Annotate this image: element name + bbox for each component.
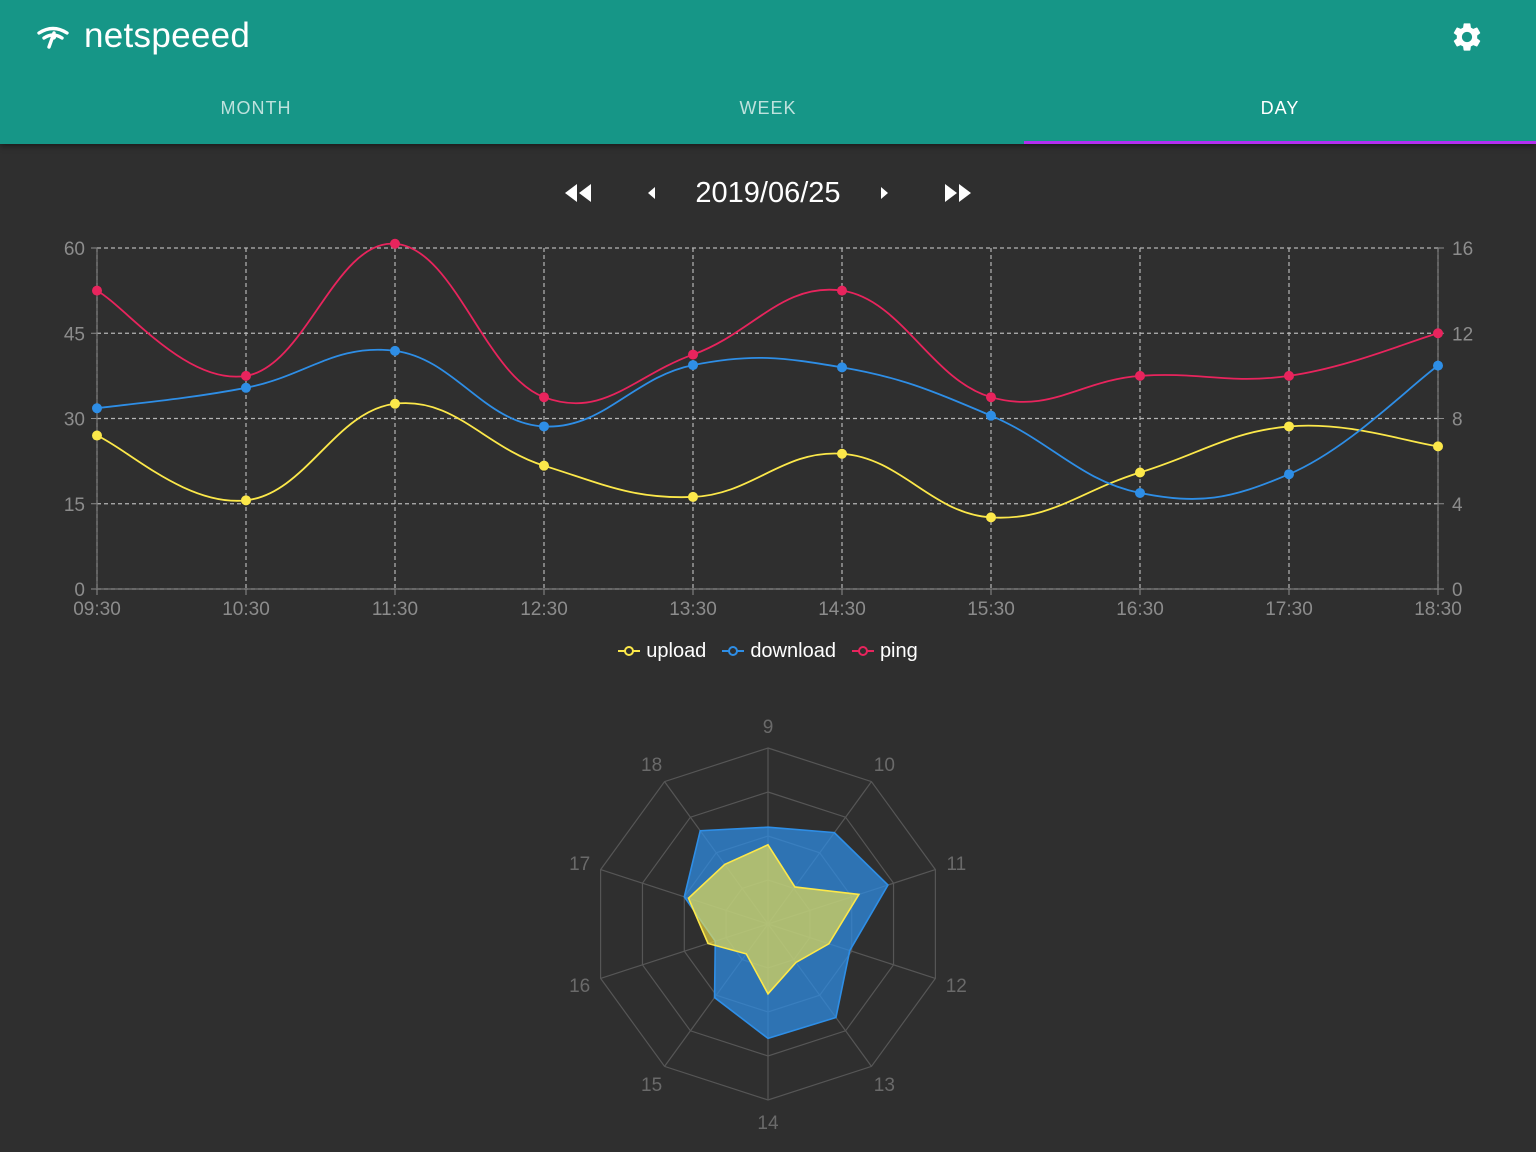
- y-right-tick-label: 4: [1452, 495, 1463, 516]
- data-point-upload: [390, 398, 400, 409]
- x-tick-label: 15:30: [967, 599, 1015, 620]
- tab-week[interactable]: WEEK: [512, 72, 1024, 144]
- radar-axis-label: 15: [641, 1075, 662, 1096]
- radar-axis-label: 11: [946, 854, 966, 875]
- x-tick-label: 18:30: [1414, 599, 1462, 620]
- x-tick-label: 10:30: [222, 599, 270, 620]
- current-date: 2019/06/25: [695, 177, 841, 209]
- y-right-tick-label: 16: [1452, 239, 1473, 260]
- previous-day-button[interactable]: [636, 168, 666, 218]
- chart-legend: upload download ping: [0, 634, 1536, 668]
- x-tick-label: 12:30: [520, 599, 568, 620]
- legend-label-upload: upload: [646, 639, 707, 662]
- fast-rewind-icon: [565, 184, 591, 202]
- radar-axis-label: 10: [874, 755, 895, 776]
- legend-swatch-ping: [851, 646, 874, 656]
- data-point-ping: [1433, 328, 1443, 339]
- data-point-download: [1135, 487, 1145, 498]
- app-bar: netspeeed MONTH WEEK DAY: [0, 0, 1536, 144]
- fast-forward-button[interactable]: [936, 168, 980, 218]
- legend-swatch-download: [722, 646, 745, 656]
- data-point-ping: [241, 370, 251, 381]
- y-right-tick-label: 8: [1452, 410, 1463, 431]
- series-ping: [92, 238, 1443, 405]
- tab-day[interactable]: DAY: [1024, 72, 1536, 144]
- data-point-upload: [539, 460, 549, 471]
- y-left-tick-label: 30: [64, 410, 85, 431]
- x-tick-label: 17:30: [1265, 599, 1313, 620]
- series-line-download: [96, 348, 1439, 500]
- y-right-tick-label: 12: [1452, 324, 1473, 345]
- chart-grid: [96, 247, 1439, 590]
- data-point-upload: [986, 512, 996, 523]
- radar-axis-label: 12: [946, 976, 967, 997]
- data-point-ping: [1135, 370, 1145, 381]
- data-point-upload: [837, 448, 847, 459]
- app-title: netspeeed: [84, 16, 251, 55]
- tab-month[interactable]: MONTH: [0, 72, 512, 144]
- data-point-upload: [688, 491, 698, 502]
- data-point-upload: [1433, 441, 1443, 452]
- data-point-upload: [1135, 467, 1145, 478]
- data-point-ping: [1284, 370, 1294, 381]
- radar-axis-label: 18: [641, 755, 662, 776]
- data-point-ping: [688, 349, 698, 360]
- series-line-upload: [96, 402, 1439, 519]
- fast-rewind-button[interactable]: [556, 168, 600, 218]
- legend-item-upload[interactable]: upload: [618, 640, 706, 663]
- y-left-tick-label: 0: [74, 580, 85, 601]
- legend-item-download[interactable]: download: [722, 640, 836, 663]
- fast-forward-icon: [945, 184, 971, 202]
- next-day-button[interactable]: [870, 168, 900, 218]
- data-point-ping: [837, 285, 847, 296]
- data-point-download: [1284, 469, 1294, 480]
- radar-axis-label: 9: [763, 717, 774, 738]
- legend-label-download: download: [750, 639, 836, 662]
- x-tick-label: 13:30: [669, 599, 717, 620]
- data-point-download: [1433, 360, 1443, 371]
- legend-swatch-upload: [618, 646, 641, 656]
- data-point-upload: [92, 430, 102, 441]
- y-left-tick-label: 15: [64, 495, 85, 516]
- data-point-ping: [92, 285, 102, 296]
- x-tick-label: 14:30: [818, 599, 866, 620]
- hourly-radar-chart: 9 10 11 12 13 14 15 16 17 18: [569, 717, 967, 1134]
- data-point-download: [837, 362, 847, 373]
- y-left-tick-label: 45: [64, 324, 85, 345]
- previous-icon: [648, 187, 655, 199]
- data-point-download: [92, 403, 102, 414]
- date-navigator: 2019/06/25: [0, 168, 1536, 218]
- radar-axis-label: 17: [569, 854, 590, 875]
- tab-bar: MONTH WEEK DAY: [0, 72, 1536, 144]
- radar-axis-label: 16: [569, 976, 590, 997]
- data-point-ping: [986, 392, 996, 403]
- x-tick-label: 11:30: [372, 599, 418, 620]
- data-point-upload: [1284, 421, 1294, 432]
- radar-axis-label: 14: [757, 1113, 779, 1134]
- data-point-download: [390, 345, 400, 356]
- data-point-download: [688, 360, 698, 371]
- gear-icon[interactable]: [1450, 20, 1484, 54]
- y-right-tick-label: 0: [1452, 580, 1463, 601]
- wifi-speed-icon: [37, 26, 69, 49]
- series-line-ping: [96, 242, 1439, 405]
- legend-item-ping[interactable]: ping: [851, 639, 918, 663]
- brand: netspeeed: [36, 14, 250, 58]
- x-tick-label: 09:30: [73, 599, 121, 620]
- y-left-tick-label: 60: [64, 239, 85, 260]
- data-point-upload: [241, 495, 251, 506]
- data-point-ping: [390, 238, 400, 249]
- data-point-download: [539, 421, 549, 432]
- x-tick-label: 16:30: [1116, 599, 1164, 620]
- speed-line-chart: 0 0 15 4 30 8 45 12 60 16 09:30 10:30 11:30 12:30 13:3…: [64, 238, 1473, 620]
- next-icon: [881, 187, 888, 199]
- data-point-download: [241, 382, 251, 393]
- legend-label-ping: ping: [879, 639, 918, 662]
- data-point-download: [986, 410, 996, 421]
- radar-axis-label: 13: [874, 1075, 895, 1096]
- data-point-ping: [539, 392, 549, 403]
